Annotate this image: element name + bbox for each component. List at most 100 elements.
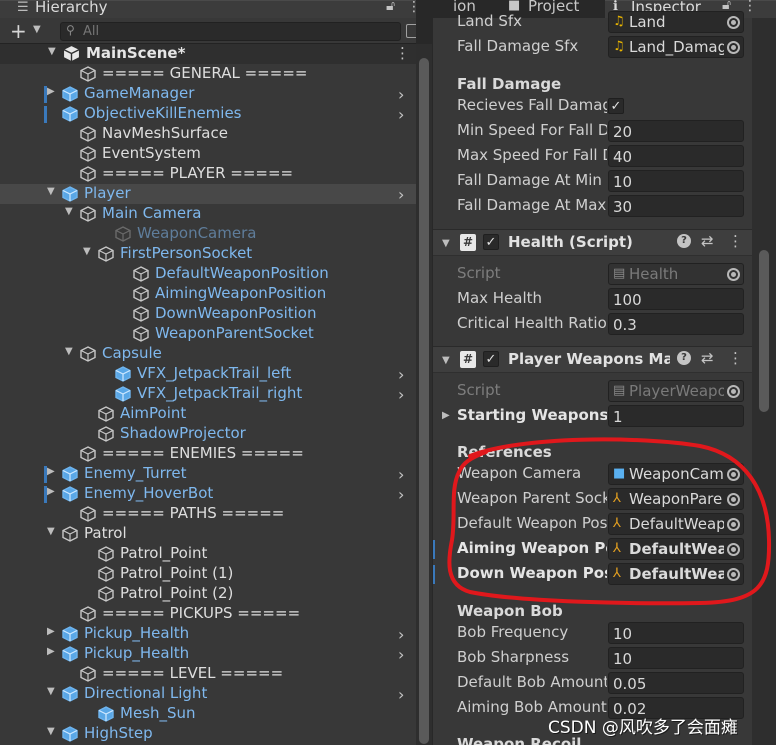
hierarchy-item[interactable]: NavMeshSurface bbox=[0, 124, 416, 144]
hierarchy-item[interactable]: ▶ Pickup_Health › bbox=[0, 644, 416, 664]
number-field[interactable] bbox=[608, 120, 744, 142]
number-field[interactable] bbox=[608, 170, 744, 192]
hierarchy-item[interactable]: ▶ Pickup_Health › bbox=[0, 624, 416, 644]
hierarchy-item[interactable]: ===== PICKUPS ===== bbox=[0, 604, 416, 624]
hierarchy-item[interactable]: ===== PLAYER ===== bbox=[0, 164, 416, 184]
number-field[interactable] bbox=[608, 313, 744, 335]
hierarchy-item[interactable]: DownWeaponPosition bbox=[0, 304, 416, 324]
component-header-health[interactable]: ▼ # ✓ Health (Script) ? ⇄ ⋮ bbox=[433, 229, 752, 256]
chevron-down-icon[interactable]: ▼ bbox=[442, 355, 450, 366]
object-picker-icon[interactable] bbox=[727, 543, 740, 556]
hierarchy-item[interactable]: ▶ Enemy_Turret › bbox=[0, 464, 416, 484]
chevron-right-icon[interactable]: › bbox=[398, 465, 404, 484]
hierarchy-item[interactable]: ▼ Directional Light › bbox=[0, 684, 416, 704]
hierarchy-item[interactable]: DefaultWeaponPosition bbox=[0, 264, 416, 284]
hierarchy-item[interactable]: ShadowProjector bbox=[0, 424, 416, 444]
hierarchy-item[interactable]: ▶ GameManager › bbox=[0, 84, 416, 104]
lock-icon[interactable]: 🔓︎ bbox=[386, 0, 395, 14]
chevron-right-icon[interactable]: ▶ bbox=[47, 466, 55, 477]
number-input[interactable] bbox=[613, 625, 739, 643]
component-enabled-checkbox[interactable]: ✓ bbox=[483, 234, 499, 250]
number-field[interactable] bbox=[608, 288, 744, 310]
kebab-menu-icon[interactable]: ⋮ bbox=[728, 349, 743, 367]
component-enabled-checkbox[interactable]: ✓ bbox=[483, 351, 499, 367]
hierarchy-item[interactable]: ▼ Patrol bbox=[0, 524, 416, 544]
chevron-right-icon[interactable]: › bbox=[398, 685, 404, 704]
hierarchy-item[interactable]: Patrol_Point (2) bbox=[0, 584, 416, 604]
help-icon[interactable]: ? bbox=[677, 351, 691, 365]
chevron-down-icon[interactable]: ▼ bbox=[83, 246, 91, 257]
number-field[interactable] bbox=[608, 647, 744, 669]
object-picker-icon[interactable] bbox=[727, 41, 740, 54]
hierarchy-scrollbar[interactable] bbox=[416, 44, 432, 745]
number-input[interactable] bbox=[613, 316, 739, 334]
chevron-right-icon[interactable]: › bbox=[398, 365, 404, 384]
object-picker-icon[interactable] bbox=[727, 468, 740, 481]
recieves-fall-damage-checkbox[interactable]: ✓ bbox=[608, 98, 624, 114]
chevron-down-icon[interactable]: ▼ bbox=[47, 526, 55, 537]
kebab-menu-icon[interactable]: ⋮ bbox=[407, 0, 416, 15]
object-picker-icon[interactable] bbox=[727, 568, 740, 581]
hierarchy-item[interactable]: ▼ Player › bbox=[0, 184, 416, 204]
number-input[interactable] bbox=[613, 148, 739, 166]
chevron-right-icon[interactable]: › bbox=[398, 645, 404, 664]
object-field[interactable]: ♫ Land bbox=[608, 11, 744, 33]
chevron-right-icon[interactable]: › bbox=[398, 85, 404, 104]
chevron-down-icon[interactable]: ▼ bbox=[65, 346, 73, 357]
chevron-right-icon[interactable]: › bbox=[398, 105, 404, 124]
scene-visibility-icon[interactable] bbox=[406, 24, 416, 38]
hierarchy-item[interactable]: ▼ HighStep bbox=[0, 724, 416, 744]
chevron-right-icon[interactable]: ▶ bbox=[47, 86, 55, 97]
scene-row[interactable]: ▼ MainScene* ⋮ bbox=[0, 44, 416, 64]
chevron-down-icon[interactable]: ▼ bbox=[33, 24, 41, 35]
chevron-right-icon[interactable]: › bbox=[398, 485, 404, 504]
object-field[interactable]: ⅄ DefaultWeap bbox=[608, 513, 744, 535]
preset-icon[interactable]: ⇄ bbox=[701, 349, 714, 367]
array-size-field[interactable] bbox=[608, 405, 744, 427]
number-field[interactable] bbox=[608, 672, 744, 694]
search-input[interactable] bbox=[83, 24, 383, 39]
object-picker-icon[interactable] bbox=[727, 16, 740, 29]
starting-weapons-row[interactable]: ▶ Starting Weapons bbox=[433, 404, 752, 429]
preset-icon[interactable]: ⇄ bbox=[701, 232, 714, 250]
object-field[interactable]: ⅄ WeaponPare bbox=[608, 488, 744, 510]
number-input[interactable] bbox=[613, 650, 739, 668]
hierarchy-item[interactable]: AimingWeaponPosition bbox=[0, 284, 416, 304]
object-field[interactable]: ⅄ DefaultWeap bbox=[608, 563, 744, 585]
object-field[interactable]: ■ WeaponCam bbox=[608, 463, 744, 485]
hierarchy-item[interactable]: ObjectiveKillEnemies › bbox=[0, 104, 416, 124]
number-field[interactable] bbox=[608, 145, 744, 167]
hierarchy-item[interactable]: AimPoint bbox=[0, 404, 416, 424]
number-input[interactable] bbox=[613, 675, 739, 693]
hierarchy-item[interactable]: WeaponCamera bbox=[0, 224, 416, 244]
hierarchy-item[interactable]: VFX_JetpackTrail_right › bbox=[0, 384, 416, 404]
number-input[interactable] bbox=[613, 291, 739, 309]
hierarchy-item[interactable]: Patrol_Point bbox=[0, 544, 416, 564]
inspector-scrollbar[interactable] bbox=[752, 18, 776, 745]
object-field[interactable]: ⅄ DefaultWeap bbox=[608, 538, 744, 560]
hierarchy-item[interactable]: Patrol_Point (1) bbox=[0, 564, 416, 584]
chevron-right-icon[interactable]: › bbox=[398, 185, 404, 204]
hierarchy-item[interactable]: ===== PATHS ===== bbox=[0, 504, 416, 524]
hierarchy-item[interactable]: ▼ Main Camera bbox=[0, 204, 416, 224]
hierarchy-item[interactable]: Mesh_Sun bbox=[0, 704, 416, 724]
chevron-right-icon[interactable]: › bbox=[398, 625, 404, 644]
number-field[interactable] bbox=[608, 622, 744, 644]
hierarchy-item[interactable]: ===== ENEMIES ===== bbox=[0, 444, 416, 464]
chevron-right-icon[interactable]: ▶ bbox=[442, 410, 450, 421]
chevron-right-icon[interactable]: ▶ bbox=[47, 486, 55, 497]
object-field[interactable]: ♫ Land_Damag bbox=[608, 36, 744, 58]
hierarchy-item[interactable]: WeaponParentSocket bbox=[0, 324, 416, 344]
hierarchy-item[interactable]: ▶ Enemy_HoverBot › bbox=[0, 484, 416, 504]
chevron-down-icon[interactable]: ▼ bbox=[47, 186, 55, 197]
hierarchy-item[interactable]: ▼ FirstPersonSocket bbox=[0, 244, 416, 264]
chevron-down-icon[interactable]: ▼ bbox=[48, 46, 56, 57]
number-input[interactable] bbox=[613, 123, 739, 141]
hierarchy-item[interactable]: ===== GENERAL ===== bbox=[0, 64, 416, 84]
kebab-menu-icon[interactable]: ⋮ bbox=[395, 44, 410, 62]
number-field[interactable] bbox=[608, 195, 744, 217]
chevron-right-icon[interactable]: › bbox=[398, 385, 404, 404]
hierarchy-item[interactable]: EventSystem bbox=[0, 144, 416, 164]
chevron-down-icon[interactable]: ▼ bbox=[47, 686, 55, 697]
number-input[interactable] bbox=[613, 173, 739, 191]
